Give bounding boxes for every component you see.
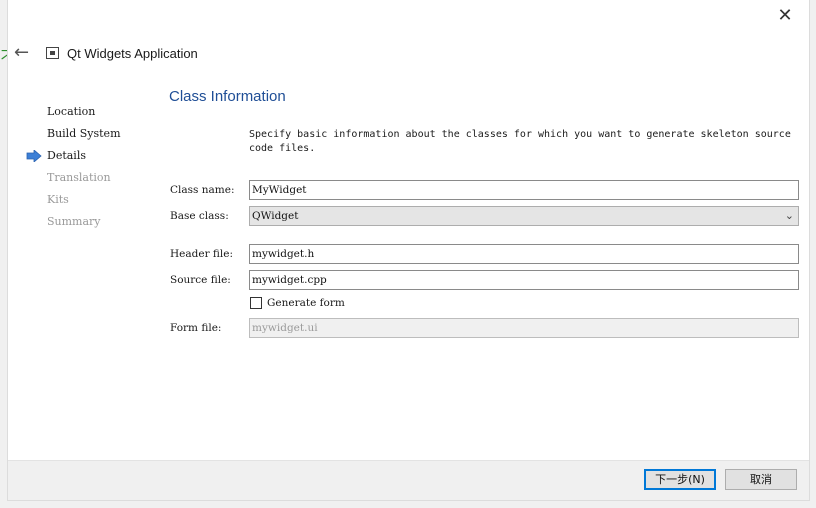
header-file-input[interactable]: mywidget.h xyxy=(249,244,799,264)
next-button[interactable]: 下一步(N) xyxy=(644,469,716,490)
step-kits: Kits xyxy=(47,193,69,206)
form-file-input: mywidget.ui xyxy=(249,318,799,338)
step-details: Details xyxy=(47,149,86,162)
source-file-label: Source file: xyxy=(170,274,231,286)
step-translation: Translation xyxy=(47,171,111,184)
back-arrow-icon[interactable]: ← xyxy=(14,42,29,63)
generate-form-label[interactable]: Generate form xyxy=(267,297,345,309)
header-file-label: Header file: xyxy=(170,248,234,260)
base-class-select[interactable]: QWidget ⌄ xyxy=(249,206,799,226)
step-build-system: Build System xyxy=(47,127,121,140)
step-location: Location xyxy=(47,105,96,118)
generate-form-checkbox[interactable] xyxy=(250,297,262,309)
page-description: Specify basic information about the clas… xyxy=(249,129,791,154)
class-name-input[interactable]: MyWidget xyxy=(249,180,799,200)
cancel-button[interactable]: 取消 xyxy=(725,469,797,490)
source-file-input[interactable]: mywidget.cpp xyxy=(249,270,799,290)
close-icon[interactable]: ✕ xyxy=(775,6,795,26)
step-summary: Summary xyxy=(47,215,101,228)
form-file-label: Form file: xyxy=(170,322,222,334)
page-title: Class Information xyxy=(169,88,286,105)
window: 刁 ✕ ← Qt Widgets Application Location Bu… xyxy=(0,0,816,508)
base-class-value: QWidget xyxy=(252,210,299,222)
app-window-icon xyxy=(46,47,59,59)
base-class-label: Base class: xyxy=(170,210,229,222)
class-name-label: Class name: xyxy=(170,184,235,196)
window-title: Qt Widgets Application xyxy=(67,46,198,61)
wizard-steps: Location Build System Details Translatio… xyxy=(47,105,121,237)
arrow-right-icon xyxy=(26,150,42,162)
chevron-down-icon: ⌄ xyxy=(784,209,794,222)
